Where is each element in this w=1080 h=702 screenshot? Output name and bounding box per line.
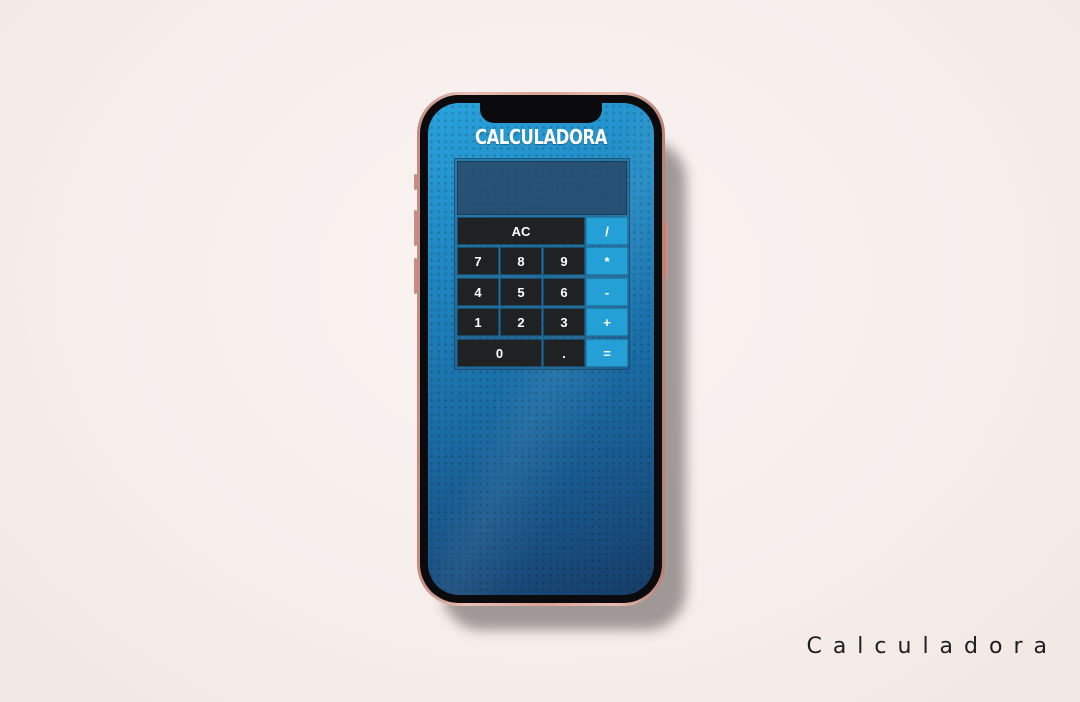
volume-up-button xyxy=(414,210,417,246)
multiply-button[interactable]: * xyxy=(586,247,628,275)
digit-4-button[interactable]: 4 xyxy=(457,278,499,306)
calculator-display xyxy=(457,161,627,215)
divide-button[interactable]: / xyxy=(586,217,628,245)
add-button[interactable]: + xyxy=(586,308,628,336)
digit-5-button[interactable]: 5 xyxy=(500,278,542,306)
digit-6-button[interactable]: 6 xyxy=(543,278,585,306)
digit-1-button[interactable]: 1 xyxy=(457,308,499,336)
clear-button[interactable]: AC xyxy=(457,217,585,245)
phone-mockup: CALCULADORA AC / 7 8 9 * 4 5 6 - 1 2 3 +… xyxy=(414,92,668,606)
caption-text: Calculadora xyxy=(806,634,1058,659)
digit-3-button[interactable]: 3 xyxy=(543,308,585,336)
volume-down-button xyxy=(414,258,417,294)
mute-switch xyxy=(414,174,417,190)
phone-notch xyxy=(480,103,602,123)
digit-0-button[interactable]: 0 xyxy=(457,339,542,367)
equals-button[interactable]: = xyxy=(586,339,628,367)
calculator: AC / 7 8 9 * 4 5 6 - 1 2 3 + 0 . = xyxy=(454,158,630,370)
digit-9-button[interactable]: 9 xyxy=(543,247,585,275)
decimal-button[interactable]: . xyxy=(543,339,585,367)
phone-screen: CALCULADORA AC / 7 8 9 * 4 5 6 - 1 2 3 +… xyxy=(428,103,654,595)
subtract-button[interactable]: - xyxy=(586,278,628,306)
app-title: CALCULADORA xyxy=(474,125,608,149)
power-button xyxy=(665,222,668,278)
digit-7-button[interactable]: 7 xyxy=(457,247,499,275)
digit-2-button[interactable]: 2 xyxy=(500,308,542,336)
phone-bezel: CALCULADORA AC / 7 8 9 * 4 5 6 - 1 2 3 +… xyxy=(420,95,662,603)
digit-8-button[interactable]: 8 xyxy=(500,247,542,275)
